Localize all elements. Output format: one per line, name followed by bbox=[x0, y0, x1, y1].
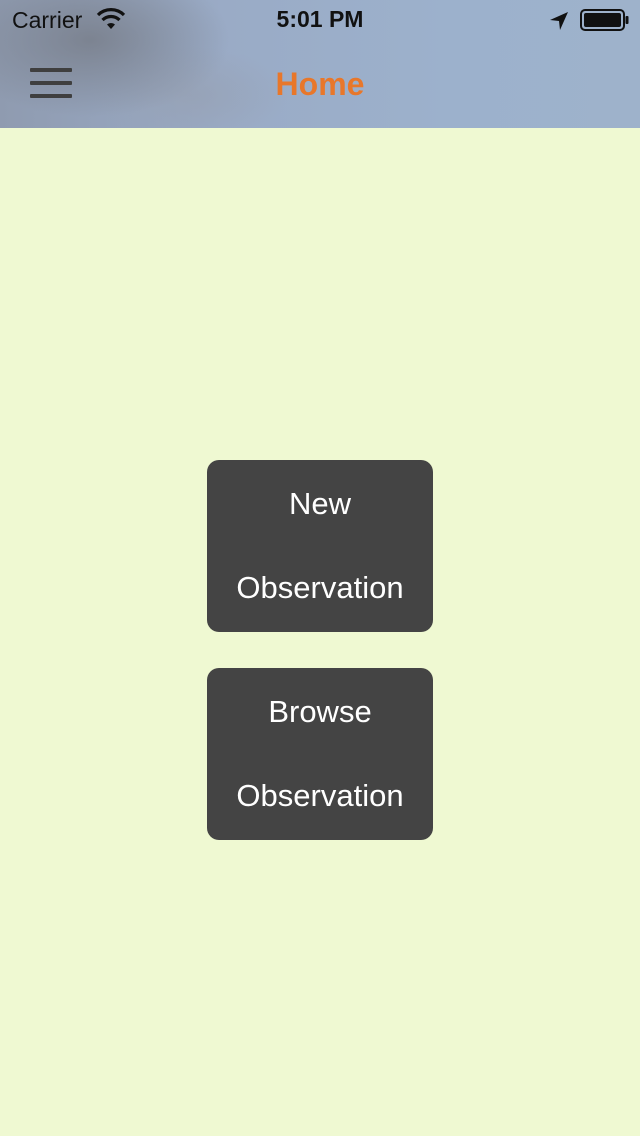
page-title: Home bbox=[275, 66, 365, 102]
battery-icon bbox=[580, 9, 629, 31]
browse-observation-label-line1: Browse bbox=[268, 694, 372, 729]
browse-observation-label-line2: Observation bbox=[236, 778, 404, 813]
new-observation-label-line2: Observation bbox=[236, 570, 404, 605]
location-arrow-icon bbox=[550, 12, 568, 30]
status-bar: Carrier 5:01 PM bbox=[0, 0, 640, 40]
browse-observation-button[interactable]: Browse Observation bbox=[207, 668, 433, 840]
status-time: 5:01 PM bbox=[276, 6, 364, 32]
header: Carrier 5:01 PM Home bbox=[0, 0, 640, 128]
new-observation-label-line1: New bbox=[288, 486, 351, 521]
new-observation-button[interactable]: New Observation bbox=[207, 460, 433, 632]
